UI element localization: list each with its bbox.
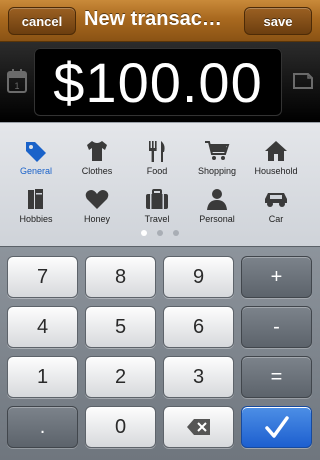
category-label: General — [19, 166, 53, 176]
backspace-key[interactable] — [163, 406, 234, 448]
navigation-bar: cancel New transac… save — [0, 0, 320, 42]
key-7[interactable]: 7 — [7, 256, 78, 298]
category-household[interactable]: Household — [246, 139, 306, 183]
key-8[interactable]: 8 — [85, 256, 156, 298]
plus-key[interactable]: + — [241, 256, 312, 298]
key-4[interactable]: 4 — [7, 306, 78, 348]
category-label: Shopping — [197, 166, 237, 176]
person-icon — [207, 189, 227, 210]
key-6[interactable]: 6 — [163, 306, 234, 348]
calendar-icon[interactable]: 1 — [6, 68, 28, 94]
category-personal[interactable]: Personal — [187, 187, 247, 231]
books-icon — [28, 189, 43, 209]
backspace-icon — [186, 419, 210, 435]
category-label: Clothes — [81, 166, 113, 176]
suitcase-icon — [146, 189, 168, 209]
category-clothes[interactable]: Clothes — [67, 139, 127, 183]
key-5[interactable]: 5 — [85, 306, 156, 348]
key-3[interactable]: 3 — [163, 356, 234, 398]
decimal-key[interactable]: . — [7, 406, 78, 448]
key-2[interactable]: 2 — [85, 356, 156, 398]
category-label: Household — [254, 166, 298, 176]
amount-display-panel: 1 $100.00 — [0, 42, 320, 122]
done-key[interactable] — [241, 406, 312, 448]
category-label: Hobbies — [19, 214, 53, 224]
cancel-button[interactable]: cancel — [8, 7, 76, 35]
shirt-icon — [87, 141, 107, 161]
note-icon[interactable] — [292, 68, 314, 94]
category-label: Travel — [144, 214, 170, 224]
category-car[interactable]: Car — [246, 187, 306, 231]
key-9[interactable]: 9 — [163, 256, 234, 298]
save-button[interactable]: save — [244, 7, 312, 35]
amount-value: $100.00 — [34, 48, 282, 116]
key-0[interactable]: 0 — [85, 406, 156, 448]
category-label: Food — [146, 166, 168, 176]
equals-key[interactable]: = — [241, 356, 312, 398]
category-travel[interactable]: Travel — [127, 187, 187, 231]
cutlery-icon — [149, 141, 165, 162]
heart-icon — [85, 190, 109, 209]
category-food[interactable]: Food — [127, 139, 187, 183]
category-hobbies[interactable]: Hobbies — [6, 187, 66, 231]
page-dot-3[interactable] — [173, 230, 179, 236]
page-dot-1[interactable] — [141, 230, 147, 236]
tag-icon — [26, 142, 46, 162]
category-label: Honey — [83, 214, 110, 224]
car-icon — [265, 193, 287, 207]
page-dot-2[interactable] — [157, 230, 163, 236]
category-label: Personal — [199, 214, 235, 224]
svg-text:1: 1 — [14, 81, 19, 91]
page-title: New transac… — [84, 8, 222, 30]
category-picker: General Clothes Food Shopping Household … — [0, 122, 320, 246]
category-shopping[interactable]: Shopping — [187, 139, 247, 183]
page-indicator[interactable] — [0, 230, 320, 236]
cart-icon — [205, 141, 230, 160]
category-honey[interactable]: Honey — [67, 187, 127, 231]
checkmark-icon — [264, 416, 289, 438]
category-label: Car — [268, 214, 284, 224]
category-general[interactable]: General — [6, 139, 66, 183]
house-icon — [265, 141, 287, 161]
minus-key[interactable]: - — [241, 306, 312, 348]
key-1[interactable]: 1 — [7, 356, 78, 398]
